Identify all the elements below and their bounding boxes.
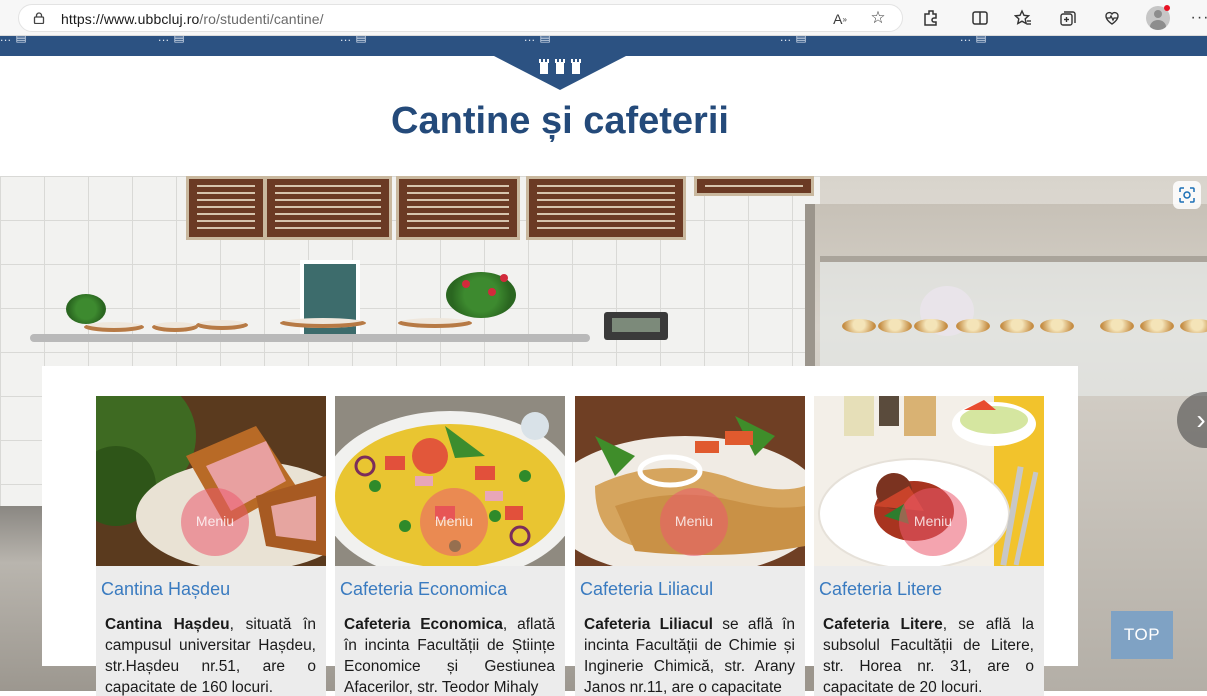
more-icon[interactable]: ···	[1189, 7, 1207, 29]
performance-icon[interactable]	[1101, 7, 1123, 29]
pastry	[1000, 319, 1034, 333]
university-logo-icon[interactable]	[536, 56, 584, 78]
canteen-card[interactable]: Meniu Cantina Hașdeu Cantina Hașdeu, sit…	[96, 396, 326, 696]
nav-item[interactable]: ... ▤	[524, 36, 551, 44]
pastry	[878, 319, 912, 333]
menu-board	[526, 176, 686, 240]
card-description-bold: Cantina Hașdeu	[105, 616, 230, 633]
nav-item[interactable]: ... ▤	[780, 36, 807, 44]
back-to-top-button[interactable]: TOP	[1111, 611, 1173, 659]
menu-overlay-label[interactable]: Meniu	[899, 513, 967, 529]
address-bar[interactable]: https://www.ubbcluj.ro/ro/studenti/canti…	[18, 4, 903, 32]
flower	[500, 274, 508, 282]
food-tray	[398, 318, 472, 328]
pastry	[842, 319, 876, 333]
card-description: Cafeteria Liliacul se află în incinta Fa…	[584, 614, 795, 696]
pastry	[1040, 319, 1074, 333]
extensions-icon[interactable]	[920, 7, 942, 29]
card-title[interactable]: Cafeteria Litere	[819, 579, 942, 600]
nav-item[interactable]: ... ▤	[960, 36, 987, 44]
food-tray	[84, 322, 144, 332]
food-tray	[196, 320, 248, 330]
browser-toolbar: https://www.ubbcluj.ro/ro/studenti/canti…	[0, 0, 1207, 36]
favorites-icon[interactable]	[1012, 7, 1034, 29]
favorite-star-icon[interactable]: ☆	[867, 7, 889, 29]
lock-icon[interactable]	[33, 12, 45, 24]
pastry	[1180, 319, 1207, 333]
nav-item[interactable]: ... ▤	[340, 36, 367, 44]
canteen-card[interactable]: Meniu Cafeteria Liliacul Cafeteria Lilia…	[575, 396, 805, 696]
url-path: /ro/studenti/cantine/	[199, 11, 324, 27]
card-title[interactable]: Cafeteria Economica	[340, 579, 507, 600]
pastry	[1100, 319, 1134, 333]
menu-board	[186, 176, 266, 240]
visual-search-icon[interactable]	[1173, 181, 1201, 209]
menu-overlay-label[interactable]: Meniu	[181, 513, 249, 529]
collections-icon[interactable]	[1057, 7, 1079, 29]
card-description-bold: Cafeteria Litere	[823, 616, 943, 633]
page-title: Cantine și cafeterii	[391, 100, 729, 142]
site-nav: ... ▤ ... ▤ ... ▤ ... ▤ ... ▤ ... ▤	[0, 36, 1207, 56]
pastry	[956, 319, 990, 333]
url-text[interactable]: https://www.ubbcluj.ro/ro/studenti/canti…	[61, 11, 324, 27]
flower	[488, 288, 496, 296]
pastry	[1140, 319, 1174, 333]
flower	[462, 280, 470, 288]
food-tray	[152, 322, 198, 332]
card-description-bold: Cafeteria Liliacul	[584, 616, 713, 633]
read-aloud-icon[interactable]: A»	[829, 8, 851, 30]
card-description: Cafeteria Litere, se află la subsolul Fa…	[823, 614, 1034, 696]
menu-overlay-label[interactable]: Meniu	[660, 513, 728, 529]
serving-window	[300, 260, 360, 340]
url-host: https://www.ubbcluj.ro	[61, 11, 200, 27]
card-title[interactable]: Cantina Hașdeu	[101, 579, 230, 600]
potted-plant	[66, 294, 106, 324]
menu-overlay-label[interactable]: Meniu	[420, 513, 488, 529]
tray-rail	[30, 334, 590, 342]
split-screen-icon[interactable]	[969, 7, 991, 29]
menu-board	[694, 176, 814, 196]
canteen-card[interactable]: Meniu Cafeteria Litere Cafeteria Litere,…	[814, 396, 1044, 696]
pastry	[914, 319, 948, 333]
nav-item[interactable]: ... ▤	[0, 36, 27, 44]
nav-item[interactable]: ... ▤	[158, 36, 185, 44]
card-description-bold: Cafeteria Economica	[344, 616, 503, 633]
food-tray	[280, 318, 366, 328]
card-title[interactable]: Cafeteria Liliacul	[580, 579, 713, 600]
menu-board	[396, 176, 520, 240]
kitchen-scale	[604, 312, 668, 340]
menu-board	[264, 176, 392, 240]
notification-dot	[1164, 5, 1170, 11]
canteen-card[interactable]: Meniu Cafeteria Economica Cafeteria Econ…	[335, 396, 565, 696]
card-description: Cantina Hașdeu, situată în campusul univ…	[105, 614, 316, 696]
card-description: Cafeteria Economica, aflată în incinta F…	[344, 614, 555, 696]
